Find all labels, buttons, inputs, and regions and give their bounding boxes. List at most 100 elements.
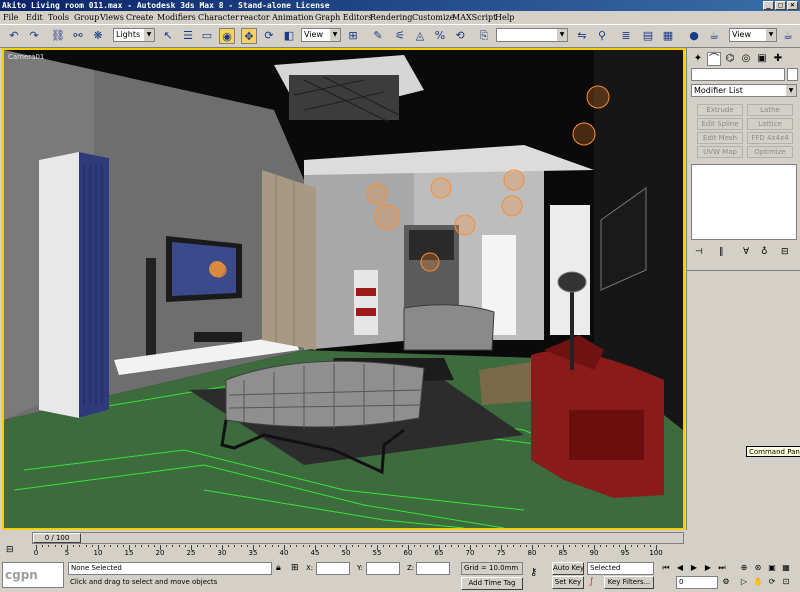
menu-maxscript[interactable]: MAXScript (452, 11, 496, 24)
display-tab-icon[interactable]: ▣ (755, 52, 769, 66)
menu-reactor[interactable]: reactor (240, 11, 270, 24)
remove-modifier-icon[interactable]: ♁ (761, 246, 768, 258)
auto-key-button[interactable]: Auto Key (552, 562, 584, 575)
zoom-extents-all-icon[interactable]: ▦ (780, 562, 792, 573)
show-end-result-icon[interactable]: ‖ (719, 246, 724, 258)
spinner-snap-icon[interactable]: ⟲ (452, 28, 468, 44)
modifier-list-dropdown[interactable]: Modifier List (691, 84, 797, 97)
percent-snap-icon[interactable]: % (432, 28, 448, 44)
bind-space-warp-icon[interactable]: ❋ (90, 28, 106, 44)
key-mode-dropdown[interactable]: Selected (587, 562, 654, 575)
lathe-button[interactable]: Lathe (747, 104, 793, 116)
menu-help[interactable]: Help (495, 11, 514, 24)
selection-filter-dropdown[interactable]: Lights (113, 28, 155, 42)
play-icon[interactable]: ▶ (688, 562, 700, 573)
align-icon[interactable]: ⚲ (594, 28, 610, 44)
modify-tab-icon[interactable]: ⌒ (707, 52, 721, 66)
named-selection-dropdown[interactable] (496, 28, 568, 42)
configure-sets-icon[interactable]: ⊟ (781, 246, 789, 258)
window-crossing-icon[interactable]: ◉ (219, 28, 235, 44)
layer-manager-icon[interactable]: ≣ (618, 28, 634, 44)
unlink-icon[interactable]: ⚯ (70, 28, 86, 44)
uvw-map-button[interactable]: UVW Map (697, 146, 743, 158)
link-icon[interactable]: ⛓ (50, 28, 66, 44)
time-slider[interactable]: 0 / 100 (32, 532, 684, 544)
maximize-button[interactable]: □ (775, 1, 786, 10)
menu-modifiers[interactable]: Modifiers (157, 11, 196, 24)
ref-coord-dropdown[interactable]: View (301, 28, 341, 42)
material-editor-icon[interactable]: ● (686, 28, 702, 44)
close-button[interactable]: × (787, 1, 798, 10)
edit-spline-button[interactable]: Edit Spline (697, 118, 743, 130)
default-tangent-icon[interactable]: ∫ (589, 577, 594, 587)
absolute-mode-icon[interactable]: ⊞ (291, 563, 299, 573)
z-coord-field[interactable] (416, 562, 450, 575)
goto-end-icon[interactable]: ⏭ (716, 562, 728, 573)
set-key-button[interactable]: Set Key (552, 576, 584, 589)
redo-icon[interactable]: ↷ (26, 28, 42, 44)
orbit-icon[interactable]: ⟳ (766, 576, 778, 587)
maximize-viewport-icon[interactable]: ⊡ (780, 576, 792, 587)
render-type-dropdown[interactable]: View (729, 28, 777, 42)
track-bar[interactable]: 0 5 10 15 20 25 30 35 40 45 50 55 60 65 70 75 80 85 90 95 10… (32, 545, 684, 559)
schematic-view-icon[interactable]: ▦ (660, 28, 676, 44)
pan-icon[interactable]: ✋ (752, 576, 764, 587)
camera-viewport[interactable]: Camera01 (2, 48, 685, 530)
hierarchy-tab-icon[interactable]: ⌬ (723, 52, 737, 66)
key-filters-button[interactable]: Key Filters... (604, 576, 654, 589)
time-slider-thumb[interactable]: 0 / 100 (33, 533, 81, 543)
angle-snap-icon[interactable]: ◬ (412, 28, 428, 44)
select-move-icon[interactable]: ✥ (241, 28, 257, 44)
select-scale-icon[interactable]: ◧ (281, 28, 297, 44)
menu-group[interactable]: Group (74, 11, 99, 24)
menu-graph-editors[interactable]: Graph Editors (315, 11, 372, 24)
goto-start-icon[interactable]: ⏮ (660, 562, 672, 573)
modifier-stack[interactable] (691, 164, 797, 240)
render-scene-icon[interactable]: ☕ (706, 28, 722, 44)
edit-mesh-button[interactable]: Edit Mesh (697, 132, 743, 144)
edit-named-sel-icon[interactable]: ⎘ (476, 28, 492, 44)
select-by-name-icon[interactable]: ☰ (180, 28, 196, 44)
field-of-view-icon[interactable]: ▷ (738, 576, 750, 587)
motion-tab-icon[interactable]: ◎ (739, 52, 753, 66)
menu-file[interactable]: File (3, 11, 18, 24)
menu-customize[interactable]: Customize (412, 11, 455, 24)
menu-create[interactable]: Create (126, 11, 153, 24)
extrude-button[interactable]: Extrude (697, 104, 743, 116)
utilities-tab-icon[interactable]: ✚ (771, 52, 785, 66)
menu-animation[interactable]: Animation (272, 11, 314, 24)
menu-views[interactable]: Views (100, 11, 124, 24)
object-color-swatch[interactable] (787, 68, 798, 81)
zoom-icon[interactable]: ⊕ (738, 562, 750, 573)
menu-tools[interactable]: Tools (48, 11, 69, 24)
quick-render-icon[interactable]: ☕ (780, 28, 796, 44)
add-time-tag-button[interactable]: Add Time Tag (461, 577, 523, 590)
minimize-button[interactable]: _ (763, 1, 774, 10)
track-bar-icon[interactable]: ⊟ (6, 545, 14, 555)
previous-frame-icon[interactable]: ◀ (674, 562, 686, 573)
lattice-button[interactable]: Lattice (747, 118, 793, 130)
x-coord-field[interactable] (316, 562, 350, 575)
rect-selection-icon[interactable]: ▭ (199, 28, 215, 44)
ffd-button[interactable]: FFD 4x4x4 (747, 132, 793, 144)
optimize-button[interactable]: Optimize (747, 146, 793, 158)
menu-rendering[interactable]: Rendering (370, 11, 412, 24)
create-tab-icon[interactable]: ✦ (691, 52, 705, 66)
lock-icon[interactable]: 🔒︎ (276, 563, 281, 573)
current-frame-field[interactable]: 0 (676, 576, 718, 589)
pivot-center-icon[interactable]: ⊞ (345, 28, 361, 44)
select-object-icon[interactable]: ↖ (160, 28, 176, 44)
select-manipulate-icon[interactable]: ✎ (370, 28, 386, 44)
select-rotate-icon[interactable]: ⟳ (261, 28, 277, 44)
time-config-icon[interactable]: ⚙ (720, 576, 732, 587)
y-coord-field[interactable] (366, 562, 400, 575)
zoom-all-icon[interactable]: ⊛ (752, 562, 764, 573)
curve-editor-icon[interactable]: ▤ (640, 28, 656, 44)
next-frame-icon[interactable]: ▶ (702, 562, 714, 573)
object-name-field[interactable] (691, 68, 785, 81)
mirror-icon[interactable]: ⇋ (574, 28, 590, 44)
menu-edit[interactable]: Edit (26, 11, 43, 24)
snap-toggle-icon[interactable]: ⚟ (392, 28, 408, 44)
pin-stack-icon[interactable]: ⊣ (695, 246, 703, 258)
zoom-extents-icon[interactable]: ▣ (766, 562, 778, 573)
